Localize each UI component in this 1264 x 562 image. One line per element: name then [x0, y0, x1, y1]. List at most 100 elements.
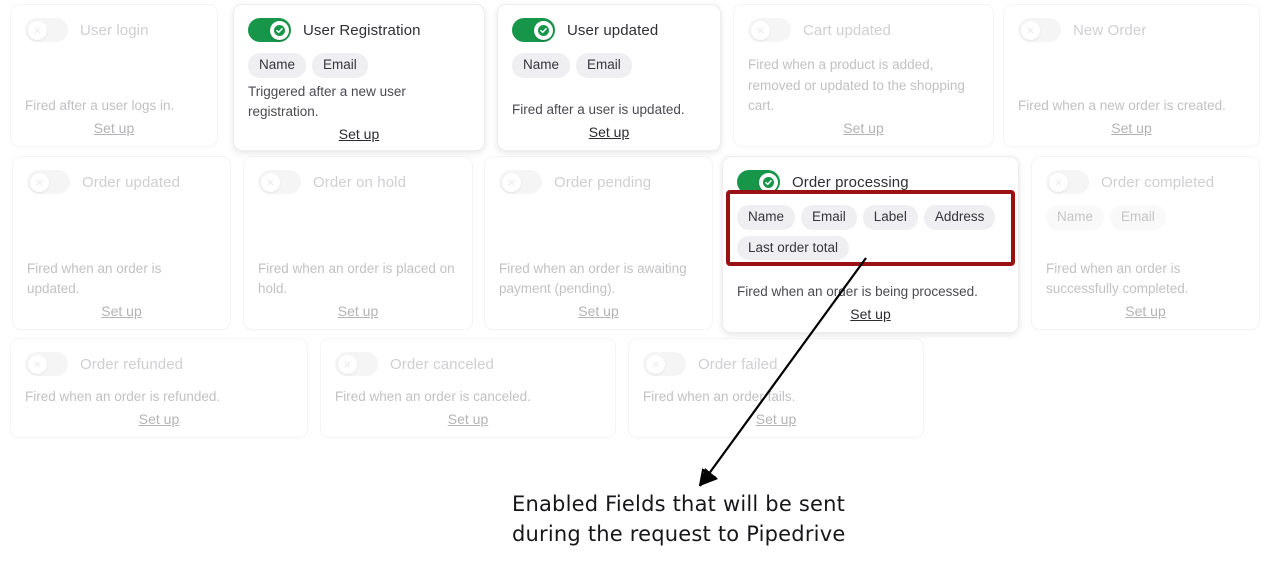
- close-icon: [27, 20, 47, 40]
- trigger-card-user-updated[interactable]: User updated Name Email Fired after a user …: [497, 4, 721, 151]
- toggle-order-failed[interactable]: [643, 352, 686, 376]
- setup-link-order-canceled[interactable]: Set up: [448, 411, 488, 427]
- toggle-order-on-hold[interactable]: [258, 170, 301, 194]
- toggle-new-order[interactable]: [1018, 18, 1061, 42]
- card-description: Triggered after a new user registration.: [248, 83, 406, 120]
- toggle-user-registration[interactable]: [248, 18, 291, 42]
- annotation-line-2: during the request to Pipedrive: [512, 521, 846, 546]
- card-spacer: [748, 43, 979, 55]
- toggle-order-pending[interactable]: [499, 170, 542, 194]
- field-tag[interactable]: Name: [512, 53, 571, 78]
- setup-row: Set up: [25, 120, 203, 136]
- card-title: Order refunded: [80, 355, 184, 373]
- setup-link-order-processing[interactable]: Set up: [850, 306, 890, 322]
- field-tag[interactable]: Last order total: [737, 235, 850, 261]
- field-tag[interactable]: Email: [801, 205, 857, 230]
- enabled-fields-list: Name Email Label Address Last order total: [737, 205, 1004, 261]
- card-header: Order failed: [643, 351, 909, 377]
- close-icon: [750, 20, 770, 40]
- toggle-order-updated[interactable]: [27, 170, 70, 194]
- trigger-card-order-refunded[interactable]: Order refunded Fired when an order is ref…: [10, 338, 308, 438]
- setup-row: Set up: [499, 303, 698, 319]
- toggle-order-canceled[interactable]: [335, 352, 378, 376]
- card-title: Cart updated: [803, 21, 891, 39]
- card-title: Order completed: [1101, 173, 1215, 191]
- close-icon: [1020, 20, 1040, 40]
- field-tag[interactable]: Email: [1110, 205, 1166, 230]
- card-title: New Order: [1073, 21, 1147, 39]
- toggle-user-updated[interactable]: [512, 18, 555, 42]
- setup-link-user-registration[interactable]: Set up: [339, 126, 379, 142]
- setup-link-new-order[interactable]: Set up: [1111, 120, 1151, 136]
- card-description: Fired when an order is refunded.: [25, 389, 221, 405]
- card-description: Fired when an order fails.: [643, 389, 796, 405]
- card-title: Order canceled: [390, 355, 494, 373]
- setup-row: Set up: [258, 303, 458, 319]
- setup-link-order-pending[interactable]: Set up: [578, 303, 618, 319]
- field-tag[interactable]: Email: [312, 53, 368, 78]
- trigger-card-order-processing[interactable]: Order processing Name Email Label Address Las…: [722, 156, 1019, 333]
- toggle-order-refunded[interactable]: [25, 352, 68, 376]
- card-title: Order pending: [554, 173, 652, 191]
- trigger-card-order-completed[interactable]: Order completed Name Email Fired when an or…: [1031, 156, 1260, 330]
- card-title: Order updated: [82, 173, 181, 191]
- field-tag[interactable]: Email: [576, 53, 632, 78]
- card-title: Order failed: [698, 355, 778, 373]
- card-spacer: [258, 195, 458, 259]
- trigger-card-order-updated[interactable]: Order updated Fired when an order is upda…: [12, 156, 231, 330]
- setup-link-order-failed[interactable]: Set up: [756, 411, 796, 427]
- close-icon: [29, 172, 49, 192]
- trigger-card-order-on-hold[interactable]: Order on hold Fired when an order is plac…: [243, 156, 473, 330]
- setup-link-user-login[interactable]: Set up: [94, 120, 134, 136]
- setup-row: Set up: [512, 124, 706, 140]
- trigger-card-order-pending[interactable]: Order pending Fired when an order is awai…: [484, 156, 713, 330]
- card-description: Fired when an order is canceled.: [335, 389, 531, 405]
- setup-link-order-completed[interactable]: Set up: [1125, 303, 1165, 319]
- card-header: Order canceled: [335, 351, 601, 377]
- close-icon: [501, 172, 521, 192]
- setup-link-order-refunded[interactable]: Set up: [139, 411, 179, 427]
- check-icon: [533, 20, 553, 40]
- annotation-caption: Enabled Fields that will be sent during …: [512, 490, 982, 550]
- card-title: User Registration: [303, 21, 421, 39]
- card-header: New Order: [1018, 17, 1245, 43]
- toggle-order-processing[interactable]: [737, 170, 780, 194]
- setup-row: Set up: [748, 120, 979, 136]
- enabled-fields-list: Name Email: [248, 53, 470, 78]
- setup-link-order-on-hold[interactable]: Set up: [338, 303, 378, 319]
- setup-row: Set up: [643, 411, 909, 427]
- card-spacer: [27, 195, 216, 259]
- field-tag[interactable]: Address: [923, 205, 996, 230]
- toggle-user-login[interactable]: [25, 18, 68, 42]
- trigger-card-order-failed[interactable]: Order failed Fired when an order fails. Se…: [628, 338, 924, 438]
- card-title: User updated: [567, 21, 659, 39]
- card-spacer: [737, 260, 1004, 282]
- close-icon: [645, 354, 665, 374]
- trigger-card-user-registration[interactable]: User Registration Name Email Triggered afte…: [233, 4, 485, 151]
- toggle-order-completed[interactable]: [1046, 170, 1089, 194]
- trigger-card-user-login[interactable]: User login Fired after a user logs in. Set…: [10, 4, 218, 147]
- trigger-card-new-order[interactable]: New Order Fired when a new order is creat…: [1003, 4, 1260, 147]
- setup-link-cart-updated[interactable]: Set up: [843, 120, 883, 136]
- setup-link-user-updated[interactable]: Set up: [589, 124, 629, 140]
- check-icon: [269, 20, 289, 40]
- trigger-card-cart-updated[interactable]: Cart updated Fired when a product is adde…: [733, 4, 994, 147]
- card-spacer: [643, 377, 909, 387]
- card-description: Fired when an order is successfully comp…: [1046, 260, 1189, 297]
- setup-row: Set up: [737, 306, 1004, 322]
- card-description: Fired when a new order is created.: [1018, 98, 1226, 114]
- field-tag[interactable]: Name: [248, 53, 307, 78]
- card-description: Fired when a product is added, removed o…: [748, 57, 965, 114]
- setup-row: Set up: [27, 303, 216, 319]
- setup-row: Set up: [335, 411, 601, 427]
- card-spacer: [335, 377, 601, 387]
- field-tag[interactable]: Name: [1046, 205, 1105, 230]
- trigger-card-order-canceled[interactable]: Order canceled Fired when an order is can…: [320, 338, 616, 438]
- card-description: Fired after a user is updated.: [512, 102, 685, 118]
- card-header: Cart updated: [748, 17, 979, 43]
- field-tag[interactable]: Label: [862, 205, 918, 230]
- card-title: Order processing: [792, 173, 909, 191]
- field-tag[interactable]: Name: [737, 205, 796, 230]
- setup-link-order-updated[interactable]: Set up: [101, 303, 141, 319]
- toggle-cart-updated[interactable]: [748, 18, 791, 42]
